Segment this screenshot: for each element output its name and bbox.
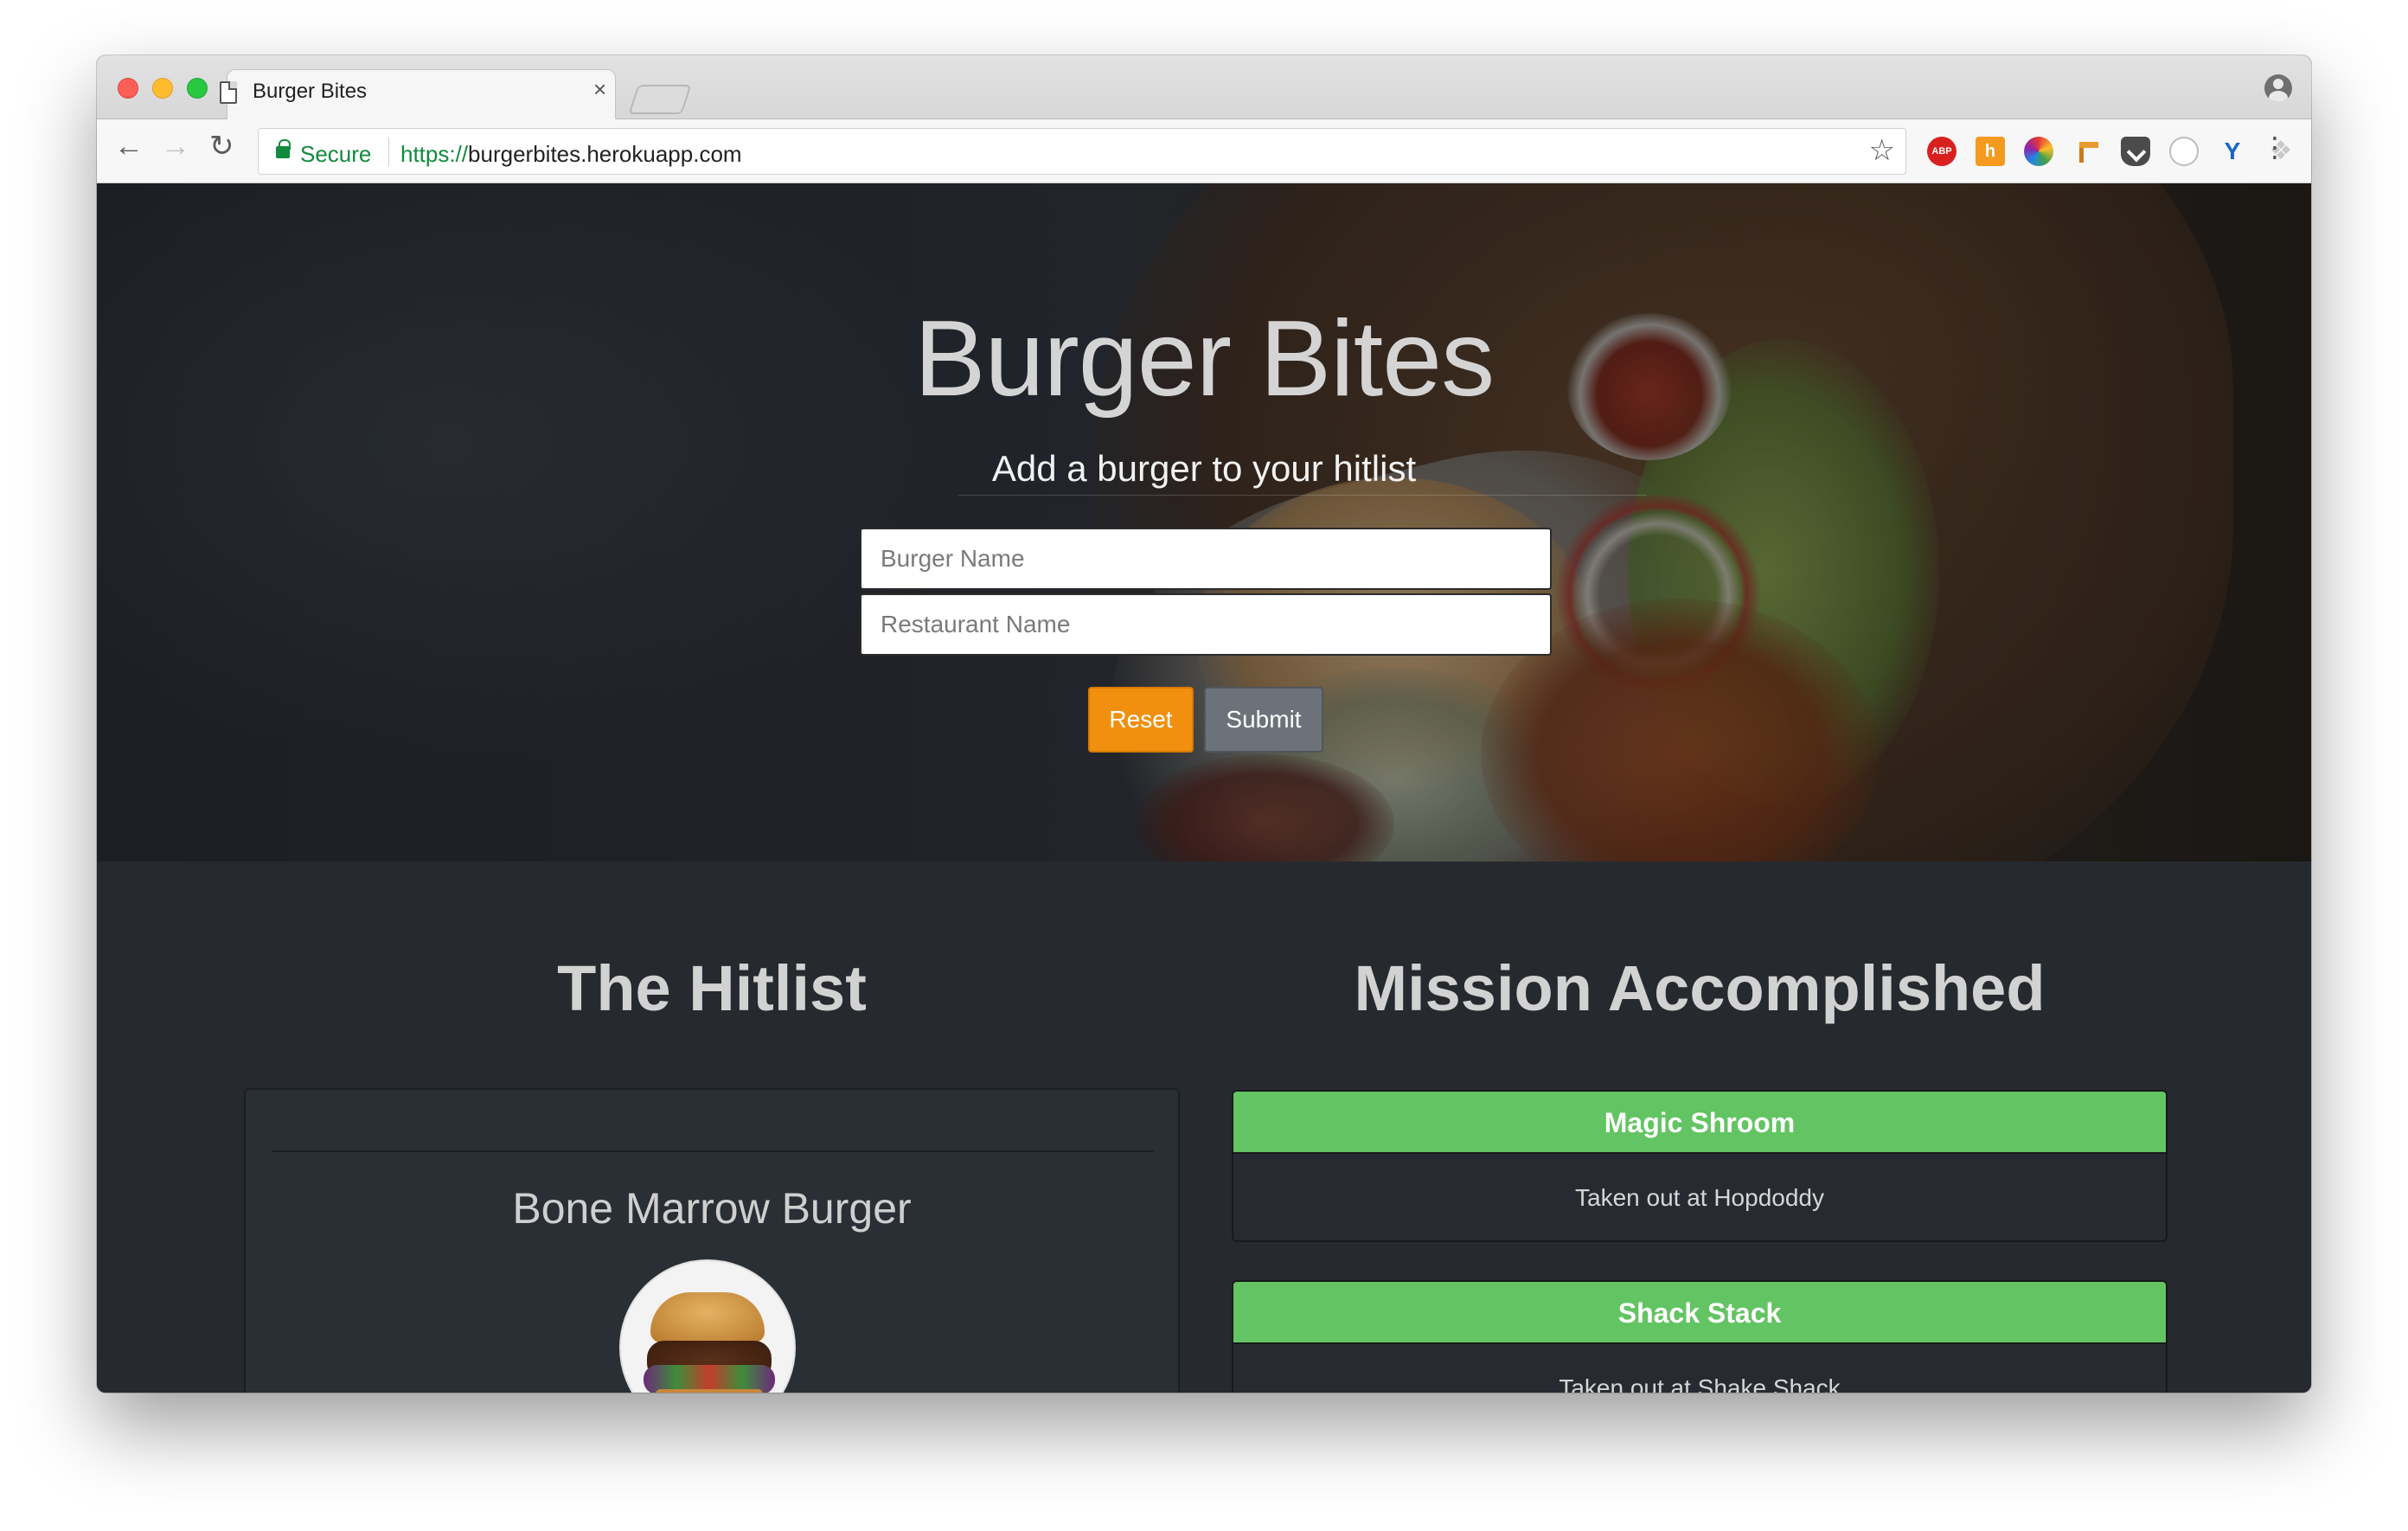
pocket-icon[interactable]	[2121, 137, 2150, 166]
page-content: Burger Bites Add a burger to your hitlis…	[97, 183, 2311, 1393]
url-text[interactable]: https://burgerbites.herokuapp.com	[400, 141, 742, 168]
mission-title: Mission Accomplished	[1354, 952, 2046, 1024]
secure-label: Secure	[300, 141, 372, 167]
maximize-window-button[interactable]	[187, 78, 208, 99]
page-icon	[220, 81, 237, 104]
circle-extension-icon[interactable]	[2169, 137, 2199, 166]
close-window-button[interactable]	[118, 78, 138, 99]
hitlist-title: The Hitlist	[557, 952, 867, 1024]
burger-name-input[interactable]	[860, 528, 1552, 590]
new-tab-button[interactable]	[628, 85, 692, 114]
hitlist-panel: Bone Marrow Burger	[244, 1088, 1180, 1393]
adblock-icon[interactable]: ABP	[1927, 137, 1956, 166]
burger-avatar	[619, 1259, 796, 1393]
bookmark-flag-icon[interactable]	[2074, 137, 2104, 166]
close-tab-icon[interactable]: ×	[593, 78, 606, 100]
browser-menu-icon[interactable]: ⋮	[2261, 133, 2289, 161]
mission-card-title: Magic Shroom	[1233, 1092, 2166, 1154]
tab-title: Burger Bites	[253, 80, 368, 103]
page-title: Burger Bites	[913, 299, 1495, 419]
mission-card: Magic Shroom Taken out at Hopdoddy	[1232, 1090, 2168, 1242]
page-subtitle: Add a burger to your hitlist	[991, 448, 1417, 489]
mission-card: Shack Stack Taken out at Shake Shack	[1232, 1280, 2168, 1393]
submit-button[interactable]: Submit	[1204, 687, 1323, 753]
hitlist-item-name: Bone Marrow Burger	[512, 1184, 912, 1233]
avatar-bun-shape	[650, 1292, 765, 1342]
browser-window: Burger Bites × ← → ↻ Secure https://burg…	[97, 55, 2311, 1393]
browser-toolbar: ← → ↻ Secure https://burgerbites.herokua…	[97, 119, 2311, 183]
forward-arrow-icon[interactable]: →	[161, 131, 190, 161]
address-divider	[388, 138, 389, 167]
mission-card-title: Shack Stack	[1233, 1282, 2166, 1344]
hacker-news-icon[interactable]: h	[1976, 137, 2005, 166]
reload-icon[interactable]: ↻	[209, 131, 234, 161]
lock-icon	[276, 139, 291, 158]
bookmark-star-icon[interactable]: ☆	[1869, 136, 1895, 165]
hero-banner: Burger Bites Add a burger to your hitlis…	[97, 183, 2311, 862]
avatar-bottom-bun-shape	[656, 1389, 763, 1393]
vimium-icon[interactable]: Y	[2218, 137, 2247, 166]
mission-card-detail: Taken out at Shake Shack	[1559, 1374, 1841, 1393]
address-bar[interactable]: Secure https://burgerbites.herokuapp.com…	[258, 128, 1906, 175]
minimize-window-button[interactable]	[152, 78, 173, 99]
url-host: burgerbites.herokuapp.com	[468, 141, 742, 167]
tab-strip: Burger Bites ×	[97, 55, 2311, 121]
back-arrow-icon[interactable]: ←	[114, 131, 144, 161]
restaurant-name-input[interactable]	[860, 593, 1552, 656]
hero-overlay	[97, 183, 2311, 862]
mission-card-detail: Taken out at Hopdoddy	[1575, 1184, 1824, 1211]
url-scheme: https://	[400, 141, 469, 167]
reset-button[interactable]: Reset	[1088, 687, 1194, 753]
color-picker-icon[interactable]	[2024, 137, 2053, 166]
profile-icon[interactable]	[2264, 74, 2292, 102]
hitlist-divider	[272, 1150, 1154, 1152]
subtitle-divider	[958, 495, 1647, 496]
